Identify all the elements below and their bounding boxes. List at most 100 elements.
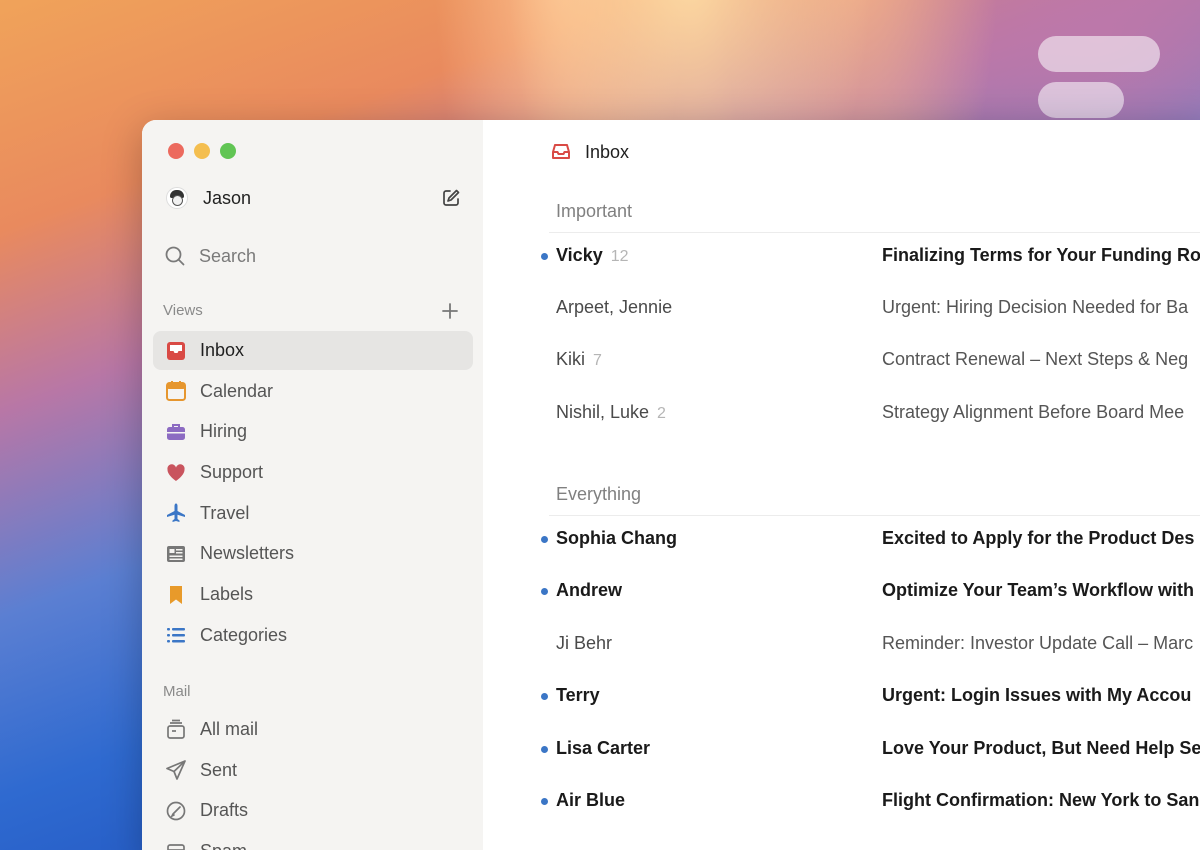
sidebar-item-label: Newsletters xyxy=(200,543,295,564)
newspaper-icon xyxy=(164,542,188,566)
sidebar-item-drafts[interactable]: Drafts xyxy=(153,791,473,830)
airplane-icon xyxy=(164,501,188,525)
message-list-pane: Inbox Important Vicky 12 Finalizing Terms… xyxy=(483,120,1200,850)
minimize-window-button[interactable] xyxy=(194,143,210,159)
sidebar-item-sent[interactable]: Sent xyxy=(153,751,473,790)
paper-plane-icon xyxy=(164,758,188,782)
message-row[interactable]: Terry Urgent: Login Issues with My Accou xyxy=(483,672,1200,724)
unread-indicator xyxy=(541,746,548,753)
sidebar-item-label: All mail xyxy=(200,719,259,739)
logo-mark-top xyxy=(1038,36,1160,72)
sender-name: Nishil, Luke xyxy=(556,402,650,422)
message-row[interactable]: Sophia Chang Excited to Apply for the Pr… xyxy=(483,515,1200,567)
sidebar-item-label: Labels xyxy=(200,584,254,605)
unread-indicator xyxy=(541,253,548,260)
sender-name: Arpeet, Jennie xyxy=(556,297,673,317)
bookmark-icon xyxy=(164,583,188,607)
important-group-title: Important xyxy=(556,201,633,221)
mail-section-label: Mail xyxy=(163,683,191,700)
search-icon xyxy=(165,246,185,266)
unread-indicator xyxy=(541,693,548,700)
page-title: Inbox xyxy=(585,141,630,162)
message-sender: Sophia Chang xyxy=(556,528,677,548)
message-subject: Urgent: Login Issues with My Accou xyxy=(882,685,1192,705)
message-sender: Ji Behr xyxy=(556,633,613,653)
message-sender: Andrew xyxy=(556,580,623,600)
sidebar-item-support[interactable]: Support xyxy=(153,453,473,492)
message-sender: Arpeet, Jennie xyxy=(556,297,672,318)
zoom-window-button[interactable] xyxy=(220,143,236,159)
message-row[interactable]: Lisa Carter Love Your Product, But Need … xyxy=(483,725,1200,777)
sender-name: Kiki xyxy=(556,349,586,369)
message-subject: Love Your Product, But Need Help Se xyxy=(882,738,1200,758)
message-subject: Contract Renewal – Next Steps & Neg xyxy=(882,349,1189,369)
message-row[interactable]: Vicky 12 Finalizing Terms for Your Fundin… xyxy=(483,232,1200,284)
message-sender: Nishil, Luke 2 xyxy=(556,402,666,423)
calendar-icon xyxy=(164,379,188,403)
message-row[interactable]: Arpeet, Jennie Urgent: Hiring Decision N… xyxy=(483,284,1200,336)
window-controls xyxy=(168,143,236,159)
sidebar-item-travel[interactable]: Travel xyxy=(153,494,473,533)
sidebar-item-newsletters[interactable]: Newsletters xyxy=(153,534,473,573)
sidebar-item-categories[interactable]: Categories xyxy=(153,616,473,655)
inbox-tray-icon xyxy=(552,144,570,159)
message-subject: Reminder: Investor Update Call – Marc xyxy=(882,633,1194,653)
archive-icon xyxy=(164,718,188,742)
message-row[interactable]: Andrew Optimize Your Team’s Workflow wit… xyxy=(483,567,1200,619)
compose-button[interactable] xyxy=(439,186,463,210)
heart-icon xyxy=(164,461,188,485)
unread-indicator xyxy=(541,536,548,543)
message-subject: Optimize Your Team’s Workflow with xyxy=(882,580,1195,600)
sidebar-item-label: Hiring xyxy=(200,421,248,442)
sidebar-item-calendar[interactable]: Calendar xyxy=(153,372,473,411)
message-subject: Urgent: Hiring Decision Needed for Ba xyxy=(882,297,1189,317)
unread-indicator xyxy=(541,588,548,595)
close-window-button[interactable] xyxy=(168,143,184,159)
message-row[interactable]: Ji Behr Reminder: Investor Update Call –… xyxy=(483,620,1200,672)
account-switcher[interactable]: Jason xyxy=(166,182,463,214)
message-sender: Lisa Carter xyxy=(556,738,651,758)
logo-mark-bottom xyxy=(1038,82,1124,118)
thread-count: 12 xyxy=(610,248,629,265)
message-subject: Excited to Apply for the Product Des xyxy=(882,528,1195,548)
message-row[interactable]: Kiki 7 Contract Renewal – Next Steps & Ne… xyxy=(483,336,1200,388)
message-sender: Kiki 7 xyxy=(556,349,602,370)
account-name: Jason xyxy=(203,187,252,208)
sidebar-item-label: Categories xyxy=(200,624,288,645)
thread-count: 7 xyxy=(593,352,602,369)
sidebar-item-label: Sent xyxy=(200,759,238,780)
add-view-button[interactable] xyxy=(439,300,461,322)
message-subject: Finalizing Terms for Your Funding Ro xyxy=(882,245,1200,265)
plus-icon xyxy=(442,303,458,319)
sidebar-item-labels[interactable]: Labels xyxy=(153,575,473,614)
views-nav: Inbox Calendar Hiring Support Travel New… xyxy=(153,331,473,657)
sidebar-item-all-mail[interactable]: All mail xyxy=(153,710,473,749)
message-sender: Air Blue xyxy=(556,790,626,810)
inbox-tray-icon xyxy=(164,339,188,363)
sidebar-item-label: Drafts xyxy=(200,800,249,821)
message-subject: Strategy Alignment Before Board Mee xyxy=(882,402,1185,422)
sidebar-item-label: Calendar xyxy=(200,380,274,401)
sidebar: Jason Search Views Inbox Calendar Hiring… xyxy=(142,120,483,850)
spam-icon xyxy=(164,840,188,850)
list-icon xyxy=(164,623,188,647)
message-row[interactable]: Nishil, Luke 2 Strategy Alignment Before … xyxy=(483,389,1200,441)
sidebar-item-inbox[interactable]: Inbox xyxy=(153,331,473,370)
everything-group-title: Everything xyxy=(556,484,642,504)
mail-nav: All mail Sent Drafts Spam xyxy=(153,710,473,850)
sidebar-item-hiring[interactable]: Hiring xyxy=(153,412,473,451)
sender-name: Vicky xyxy=(556,245,603,265)
sidebar-item-spam[interactable]: Spam xyxy=(153,832,473,850)
message-row[interactable]: Air Blue Flight Confirmation: New York t… xyxy=(483,777,1200,829)
unread-indicator xyxy=(541,798,548,805)
compose-icon xyxy=(443,189,460,206)
search-button[interactable]: Search xyxy=(164,242,256,270)
views-section-label: Views xyxy=(163,302,203,319)
message-sender: Terry xyxy=(556,685,600,705)
sidebar-item-label: Travel xyxy=(200,502,250,523)
draft-icon xyxy=(164,799,188,823)
message-subject: Flight Confirmation: New York to San xyxy=(882,790,1200,810)
search-label: Search xyxy=(199,245,257,266)
sidebar-item-label: Inbox xyxy=(200,340,245,360)
page-header: Inbox xyxy=(551,138,629,166)
